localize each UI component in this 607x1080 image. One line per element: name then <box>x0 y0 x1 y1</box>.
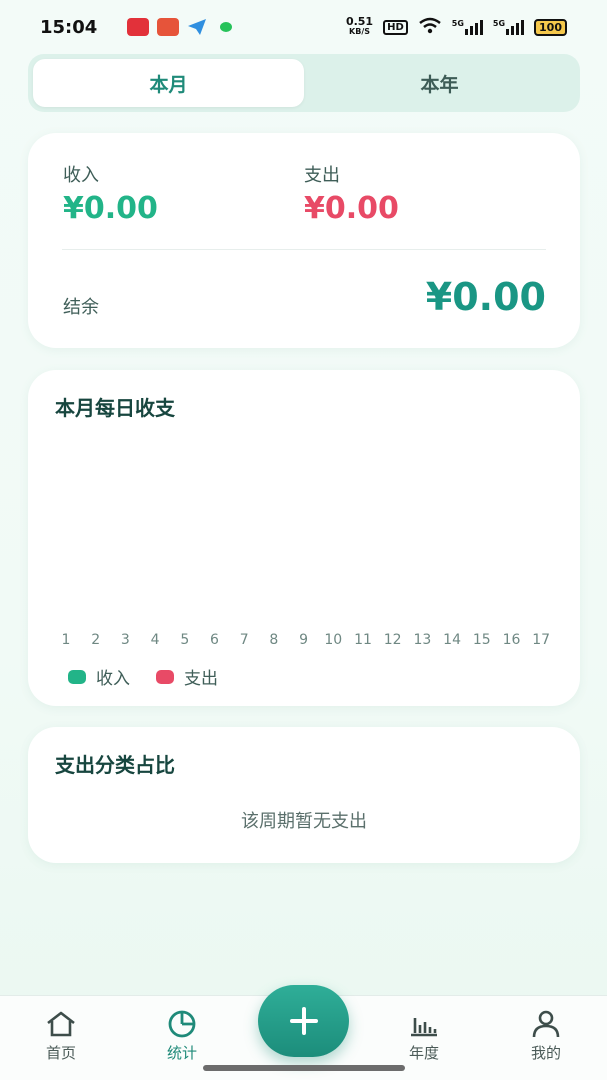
home-indicator <box>203 1065 405 1071</box>
network-speed-unit: KB/S <box>349 27 370 36</box>
expense-category-title: 支出分类占比 <box>55 753 175 777</box>
bar-chart-icon <box>411 1018 437 1037</box>
expense-value: ¥0.00 <box>304 191 399 226</box>
legend-swatch-expense <box>156 669 174 684</box>
network-type-label: 5G <box>451 19 464 28</box>
daily-chart-plot <box>28 430 580 630</box>
legend-item-expense: 支出 <box>156 664 218 689</box>
legend-item-income: 收入 <box>68 664 130 689</box>
x-tick-label: 3 <box>120 632 130 648</box>
network-speed: 0.51 KB/S <box>346 16 373 37</box>
nav-label-profile: 我的 <box>530 1044 561 1062</box>
nav-item-annual[interactable]: 年度 <box>384 1010 464 1063</box>
app-notification-icon <box>157 18 180 36</box>
nav-item-profile[interactable]: 我的 <box>506 1010 586 1063</box>
x-tick-label: 10 <box>324 632 343 648</box>
x-tick-label: 6 <box>210 632 219 648</box>
wifi-icon <box>418 17 442 38</box>
income-label: 收入 <box>63 165 99 186</box>
network-type-label: 5G <box>492 19 506 28</box>
pie-chart-icon <box>168 1010 196 1038</box>
chart-legend: 收入 支出 <box>68 664 218 689</box>
add-record-button[interactable] <box>258 985 349 1057</box>
notification-icons <box>127 18 239 36</box>
app-notification-icon <box>127 18 150 36</box>
x-tick-label: 4 <box>150 632 160 648</box>
income-value: ¥0.00 <box>63 191 158 226</box>
x-tick-label: 11 <box>354 632 372 648</box>
nav-item-home[interactable]: 首页 <box>21 1010 101 1063</box>
paper-plane-icon <box>187 18 209 36</box>
status-indicators: 0.51 KB/S HD 5G 5G 100 <box>346 16 567 38</box>
chat-icon <box>217 18 239 36</box>
home-icon <box>47 1011 75 1037</box>
nav-label-annual: 年度 <box>408 1044 439 1062</box>
x-tick-label: 8 <box>269 632 279 648</box>
legend-label-income: 收入 <box>96 669 130 689</box>
x-tick-label: 14 <box>443 632 462 648</box>
x-tick-label: 17 <box>532 632 551 648</box>
x-tick-label: 15 <box>472 632 491 648</box>
x-tick-label: 5 <box>180 632 190 648</box>
legend-label-expense: 支出 <box>184 669 218 689</box>
x-tick-label: 2 <box>91 632 101 648</box>
legend-swatch-income <box>68 669 86 684</box>
daily-chart-title: 本月每日收支 <box>55 396 175 420</box>
status-time: 15:04 <box>40 16 98 38</box>
status-bar: 15:04 0.51 KB/S HD 5G 5G 100 <box>0 0 607 54</box>
balance-value: ¥0.00 <box>425 275 546 319</box>
x-tick-label: 7 <box>239 632 249 648</box>
plus-icon <box>289 1007 318 1035</box>
period-tabs: 本月 本年 <box>28 54 580 112</box>
hd-badge: HD <box>383 19 408 35</box>
x-tick-label: 13 <box>413 632 432 648</box>
summary-card: 收入 ¥0.00 支出 ¥0.00 结余 ¥0.00 <box>28 133 580 348</box>
expense-label: 支出 <box>304 165 340 186</box>
empty-state-text: 该周期暂无支出 <box>241 811 367 832</box>
x-tick-label: 9 <box>299 632 309 648</box>
nav-label-home: 首页 <box>45 1044 76 1062</box>
expense-category-card: 支出分类占比 该周期暂无支出 <box>28 727 580 863</box>
signal-icon: 5G <box>492 19 525 35</box>
tab-this-year[interactable]: 本年 <box>304 59 575 107</box>
x-axis-ticks: 1 2 3 4 5 6 7 8 9 10 11 12 13 14 15 16 17 <box>28 632 580 652</box>
person-icon <box>532 1010 560 1038</box>
daily-chart-card: 本月每日收支 1 2 3 4 5 6 7 8 9 10 11 12 13 14 15 16 17 收入 支出 <box>28 370 580 706</box>
signal-icon: 5G <box>452 19 483 35</box>
x-tick-label: 1 <box>61 632 71 648</box>
x-tick-label: 16 <box>502 632 521 648</box>
nav-label-stats: 统计 <box>166 1044 197 1062</box>
tab-this-month[interactable]: 本月 <box>33 59 304 107</box>
divider <box>62 249 546 250</box>
balance-label: 结余 <box>63 297 99 318</box>
x-tick-label: 12 <box>383 632 402 648</box>
nav-item-stats[interactable]: 统计 <box>142 1010 222 1063</box>
battery-icon: 100 <box>534 18 567 36</box>
